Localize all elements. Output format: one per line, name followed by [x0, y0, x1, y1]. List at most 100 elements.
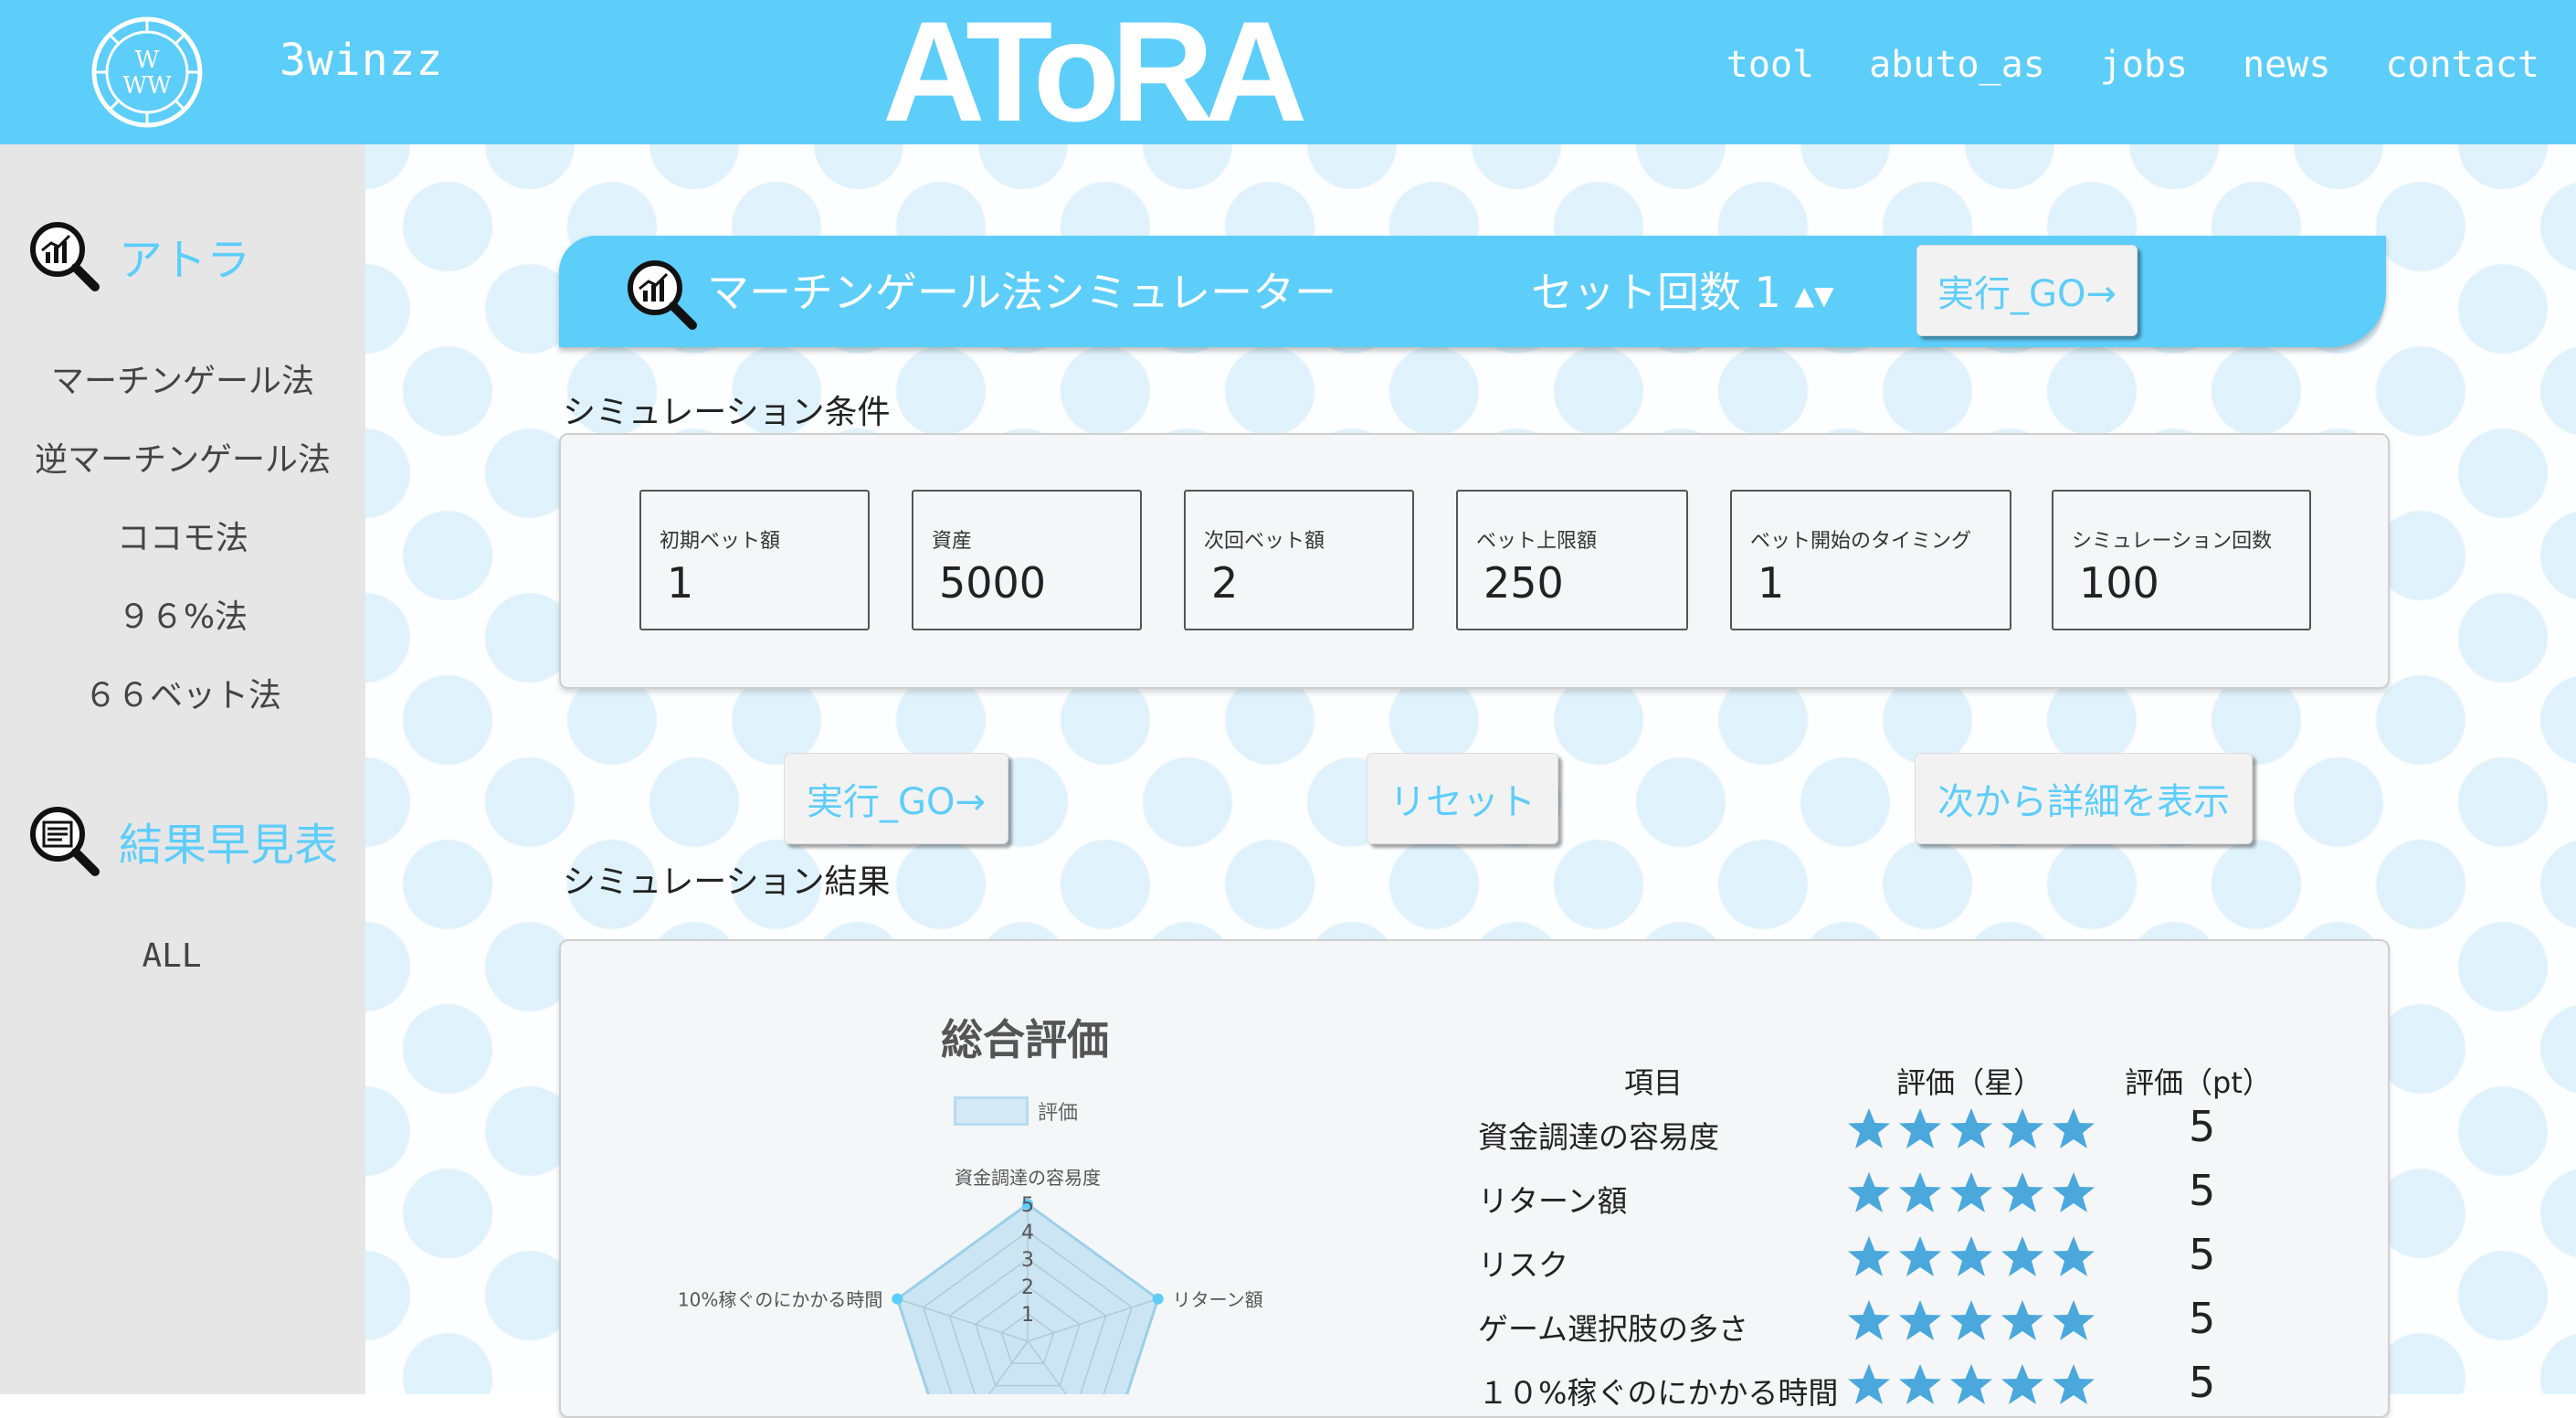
nav-news[interactable]: news [2243, 44, 2330, 86]
radar-point [1152, 1293, 1164, 1305]
sidebar-section-title[interactable]: 結果早見表 [119, 809, 338, 873]
rating-row-stars [1845, 1169, 2097, 1217]
rating-row-label: ゲーム選択肢の多さ [1478, 1311, 1749, 1347]
field-label: 初期ベット額 [660, 530, 781, 553]
nav-tool[interactable]: tool [1726, 44, 1814, 86]
field-next-bet[interactable]: 次回ベット額 [1184, 490, 1414, 630]
radar-chart: 1 2 3 4 5 資金調達の容易度リターン額 10%稼ぐのにかかる時間 [678, 1167, 1263, 1394]
radar-tick-label: 3 [1021, 1249, 1034, 1272]
field-bet-start-timing[interactable]: ベット開始のタイミング [1730, 490, 2011, 630]
star-icon [2001, 1172, 2043, 1212]
rating-row-label: １０%稼ぐのにかかる時間 [1478, 1375, 1839, 1411]
initial-bet-input[interactable] [665, 557, 859, 608]
star-icon [1848, 1300, 1890, 1340]
radar-tick-label: 4 [1021, 1222, 1034, 1244]
rating-row-pt: 5 [2189, 1166, 2216, 1215]
sidebar-section-title[interactable]: アトラ [119, 224, 250, 288]
logo-emblem-icon[interactable]: W WW [90, 15, 205, 130]
star-icon [1848, 1364, 1890, 1404]
next-bet-input[interactable] [1209, 557, 1403, 608]
rating-row-pt: 5 [2189, 1230, 2216, 1279]
simulation-count-input[interactable] [2077, 557, 2300, 608]
col-header-stars: 評価（星） [1896, 1065, 2043, 1100]
svg-text:WW: WW [122, 72, 172, 100]
field-simulation-count[interactable]: シミュレーション回数 [2052, 490, 2311, 630]
legend-swatch [954, 1096, 1029, 1126]
radar-tick-label: 5 [1021, 1194, 1034, 1217]
show-details-button[interactable]: 次から詳細を表示 [1915, 753, 2253, 844]
sidebar-section-atora: アトラ [27, 219, 250, 292]
set-count-value[interactable]: 1 [1755, 268, 1781, 317]
radar-tick-label: 2 [1021, 1276, 1034, 1299]
star-icon [2001, 1300, 2043, 1340]
sidebar-item-reverse-martingale[interactable]: 逆マーチンゲール法 [0, 433, 365, 481]
analytics-search-icon [30, 222, 100, 291]
radar-tick-label: 1 [1021, 1304, 1034, 1327]
set-count-label: セット回数 [1531, 268, 1741, 317]
top-nav: tool abuto_as jobs news contact [1726, 44, 2539, 86]
analytics-search-icon [628, 260, 697, 330]
star-icon [1950, 1236, 1992, 1276]
radar-chart-title: 総合評価 [941, 1015, 1109, 1064]
site-header: W WW 3winzz AToRA tool abuto_as jobs new… [0, 0, 2576, 144]
star-icon [2053, 1108, 2095, 1148]
svg-text:W: W [135, 47, 160, 74]
assets-input[interactable] [937, 557, 1131, 608]
brand-logo[interactable]: AToRA [882, 1, 1307, 143]
star-icon [2053, 1236, 2095, 1276]
rating-row-stars [1845, 1297, 2097, 1345]
star-icon [1950, 1364, 1992, 1404]
document-search-icon [30, 807, 100, 876]
rating-row-pt: 5 [2189, 1358, 2216, 1407]
reset-button[interactable]: リセット [1367, 753, 1558, 844]
sidebar-item-martingale[interactable]: マーチンゲール法 [0, 354, 365, 402]
field-initial-bet[interactable]: 初期ベット額 [639, 490, 870, 630]
field-label: 資産 [932, 530, 973, 553]
radar-axis-label: 10%稼ぐのにかかる時間 [678, 1289, 882, 1311]
star-icon [1848, 1172, 1890, 1212]
star-icon [1950, 1300, 1992, 1340]
rating-row-pt: 5 [2189, 1102, 2216, 1151]
nav-jobs[interactable]: jobs [2100, 44, 2188, 86]
star-icon [1899, 1364, 1941, 1404]
stepper-arrows-icon[interactable]: ▲▼ [1795, 280, 1834, 311]
results-heading: シミュレーション結果 [563, 863, 891, 901]
rating-row-stars [1845, 1106, 2097, 1153]
bet-start-timing-input[interactable] [1756, 557, 2001, 608]
sidebar-item-66-bet[interactable]: ６６ベット法 [0, 669, 365, 716]
field-bet-limit[interactable]: ベット上限額 [1456, 490, 1688, 630]
rating-row-stars [1845, 1233, 2097, 1281]
nav-abuto-as[interactable]: abuto_as [1869, 44, 2045, 86]
star-icon [1848, 1108, 1890, 1148]
legend-label: 評価 [1038, 1102, 1079, 1125]
simulator-title: マーチンゲール法シミュレーター [707, 268, 1337, 317]
star-icon [1950, 1172, 1992, 1212]
nav-contact[interactable]: contact [2385, 44, 2539, 86]
star-icon [2053, 1172, 2095, 1212]
run-button[interactable]: 実行_GO→ [784, 753, 1008, 844]
radar-axis-label: リターン額 [1173, 1289, 1263, 1311]
field-assets[interactable]: 資産 [912, 490, 1142, 630]
radar-legend[interactable]: 評価 [954, 1096, 1078, 1126]
rating-row-label: リターン額 [1478, 1183, 1628, 1219]
set-count-stepper[interactable]: セット回数 1 ▲▼ [1531, 259, 1834, 320]
rating-row-pt: 5 [2189, 1294, 2216, 1343]
star-icon [1899, 1236, 1941, 1276]
sidebar-item-cocomo[interactable]: ココモ法 [0, 512, 365, 559]
star-icon [2001, 1364, 2043, 1404]
star-icon [1848, 1236, 1890, 1276]
star-icon [1899, 1300, 1941, 1340]
col-header-pt: 評価（pt） [2125, 1065, 2272, 1100]
sidebar-section-results: 結果早見表 [27, 804, 338, 877]
site-name[interactable]: 3winzz [280, 35, 443, 86]
rating-row-stars [1845, 1361, 2097, 1409]
radar-point [892, 1293, 903, 1305]
sidebar-item-96-percent[interactable]: ９６%法 [0, 590, 365, 638]
header-run-button[interactable]: 実行_GO→ [1916, 245, 2138, 336]
star-icon [1899, 1108, 1941, 1148]
star-icon [2001, 1108, 2043, 1148]
bet-limit-input[interactable] [1482, 557, 1677, 608]
field-label: ベット開始のタイミング [1750, 530, 1972, 553]
field-label: ベット上限額 [1476, 530, 1598, 553]
sidebar-item-all[interactable]: ALL [0, 937, 354, 975]
